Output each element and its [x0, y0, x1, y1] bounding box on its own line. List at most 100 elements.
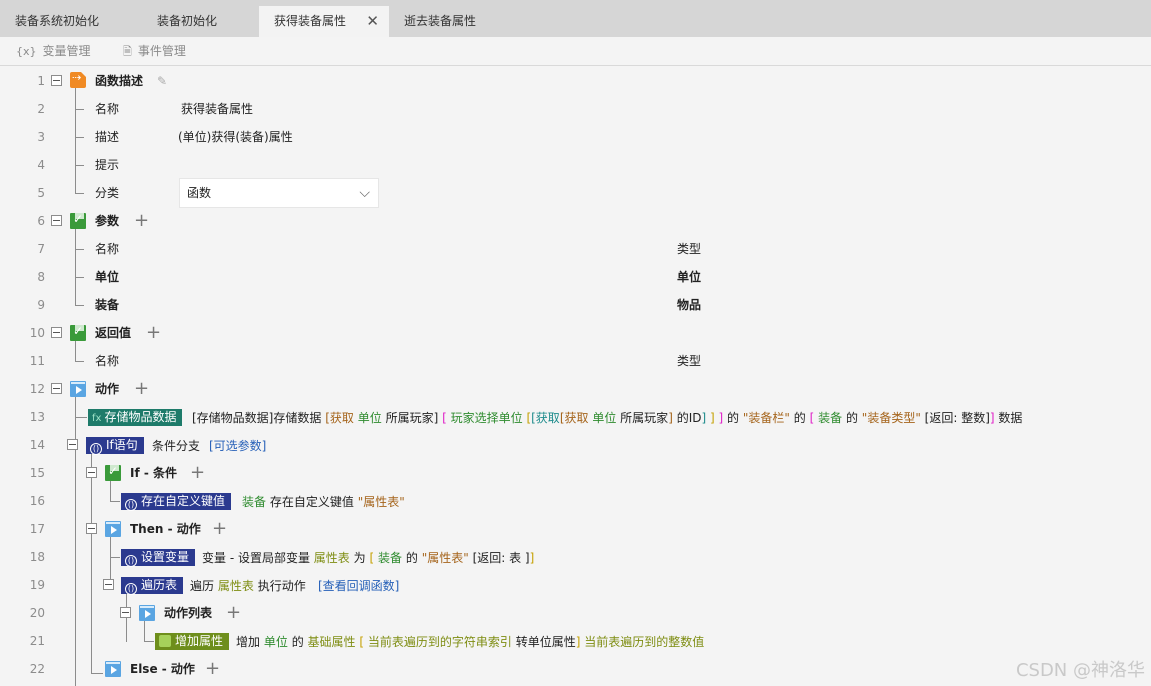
- add-else-action-button[interactable]: +: [205, 655, 220, 683]
- tree-line: [75, 165, 84, 166]
- tree-line: [144, 641, 154, 642]
- param-type[interactable]: 单位: [677, 263, 701, 291]
- line-number: 9: [37, 298, 45, 312]
- collapse-toggle[interactable]: [86, 523, 97, 534]
- tab-equipment-init[interactable]: 装备初始化: [142, 6, 258, 37]
- actions-title: 动作: [95, 382, 120, 396]
- tree-line: [75, 417, 87, 418]
- action-badge-label: 存在自定义键值: [141, 494, 226, 508]
- param-col-type: 类型: [677, 242, 702, 256]
- set-variable-params[interactable]: 变量 - 设置局部变量 属性表 为 [ 装备 的 "属性表" [返回: 表 ]]: [202, 544, 534, 572]
- collapse-toggle[interactable]: [51, 327, 62, 338]
- line-number: 18: [29, 550, 45, 564]
- tree-line: [75, 193, 84, 194]
- document-icon: 🗎: [123, 45, 132, 58]
- iterate-table-params[interactable]: 遍历 属性表 执行动作: [190, 572, 306, 600]
- line-number: 14: [29, 438, 45, 452]
- actions-icon: [70, 381, 86, 397]
- collapse-toggle[interactable]: [51, 75, 62, 86]
- line-number: 3: [37, 130, 45, 144]
- line-number: 13: [29, 410, 45, 424]
- collapse-toggle[interactable]: [51, 215, 62, 226]
- close-icon[interactable]: ✕: [366, 6, 379, 37]
- chevron-down-icon: ⌵: [359, 185, 370, 201]
- collapse-toggle[interactable]: [67, 439, 78, 450]
- collapse-toggle[interactable]: [51, 383, 62, 394]
- view-callback-link[interactable]: [查看回调函数]: [318, 572, 399, 600]
- action-badge-label: 增加属性: [175, 634, 224, 648]
- set-variable-action[interactable]: () 设置变量: [121, 549, 196, 567]
- param-col-name: 名称: [95, 242, 120, 256]
- if-condition-title: If - 条件: [130, 466, 178, 480]
- tree-line: [75, 249, 84, 250]
- hint-label: 提示: [95, 158, 120, 172]
- action-badge-label: 设置变量: [141, 550, 190, 564]
- store-item-data-action[interactable]: fx 存储物品数据: [88, 409, 183, 426]
- toolbar: {x} 变量管理 🗎 事件管理: [0, 37, 1151, 66]
- tree-line: [75, 361, 84, 362]
- tab-lose-equipment-attr[interactable]: 逝去装备属性: [389, 6, 519, 37]
- variable-manager-button[interactable]: {x} 变量管理: [16, 37, 91, 65]
- condition-icon: (): [90, 443, 102, 455]
- tab-get-equipment-attr[interactable]: 获得装备属性 ✕: [259, 6, 389, 37]
- return-col-type: 类型: [677, 354, 702, 368]
- action-icon: (): [125, 555, 137, 567]
- tree-line: [91, 452, 92, 674]
- collapse-toggle[interactable]: [120, 607, 131, 618]
- category-label: 分类: [95, 186, 120, 200]
- line-number: 12: [29, 382, 45, 396]
- category-select[interactable]: 函数 ⌵: [179, 178, 379, 208]
- line-number: 2: [37, 102, 45, 116]
- add-action-button[interactable]: +: [134, 375, 149, 403]
- line-number: 1: [37, 74, 45, 88]
- tree-line: [75, 277, 84, 278]
- add-list-action-button[interactable]: +: [226, 599, 241, 627]
- tab-equipment-system-init[interactable]: 装备系统初始化: [0, 6, 140, 37]
- return-value-icon: [70, 324, 86, 341]
- line-number: 15: [29, 466, 45, 480]
- add-then-action-button[interactable]: +: [212, 515, 227, 543]
- else-actions-title: Else - 动作: [130, 662, 195, 676]
- description-value[interactable]: (单位)获得(装备)属性: [178, 123, 293, 151]
- line-number: 22: [29, 662, 45, 676]
- if-statement-action[interactable]: () If语句: [86, 437, 144, 455]
- name-label: 名称: [95, 102, 120, 116]
- tab-bar: 装备系统初始化 装备初始化 获得装备属性 ✕ 逝去装备属性: [0, 0, 1151, 37]
- name-value[interactable]: 获得装备属性: [181, 95, 253, 123]
- unit-icon: [159, 635, 171, 647]
- tree-line: [110, 501, 120, 502]
- action-icon: (): [125, 583, 137, 595]
- collapse-toggle[interactable]: [103, 579, 114, 590]
- condition-icon: (): [125, 499, 137, 511]
- variable-manager-label: 变量管理: [42, 44, 91, 58]
- param-name[interactable]: 装备: [95, 291, 119, 319]
- add-attribute-params[interactable]: 增加 单位 的 基础属性 [ 当前表遍历到的字符串索引 转单位属性] 当前表遍历…: [236, 628, 704, 656]
- add-return-button[interactable]: +: [146, 319, 161, 347]
- add-parameter-button[interactable]: +: [134, 207, 149, 235]
- tree-line: [75, 137, 84, 138]
- add-attribute-action[interactable]: 增加属性: [155, 633, 230, 650]
- collapse-toggle[interactable]: [86, 467, 97, 478]
- custom-key-exists-condition[interactable]: () 存在自定义键值: [121, 493, 232, 511]
- custom-key-exists-params[interactable]: 装备 存在自定义键值 "属性表": [242, 488, 405, 516]
- parameters-title: 参数: [95, 214, 120, 228]
- tree-line: [75, 340, 76, 362]
- param-name[interactable]: 单位: [95, 263, 119, 291]
- param-type[interactable]: 物品: [677, 291, 701, 319]
- line-number: 10: [29, 326, 45, 340]
- tab-label: 装备初始化: [157, 14, 218, 28]
- store-item-data-params[interactable]: [存储物品数据]存储数据 [获取 单位 所属玩家] [ 玩家选择单位 [[获取[…: [192, 404, 1022, 432]
- line-number: 5: [37, 186, 45, 200]
- watermark: CSDN @神洛华: [1015, 660, 1145, 681]
- tree-line: [75, 305, 84, 306]
- condition-group-icon: [105, 464, 121, 481]
- tree-line: [75, 109, 84, 110]
- iterate-table-action[interactable]: () 遍历表: [121, 577, 184, 595]
- add-condition-button[interactable]: +: [190, 459, 205, 487]
- tab-label: 装备系统初始化: [15, 14, 100, 28]
- then-actions-title: Then - 动作: [130, 522, 201, 536]
- event-manager-button[interactable]: 🗎 事件管理: [123, 37, 186, 65]
- if-statement-desc: 条件分支: [152, 439, 201, 453]
- optional-params-link[interactable]: [可选参数]: [209, 432, 266, 460]
- edit-pencil-icon[interactable]: ✎: [157, 67, 167, 95]
